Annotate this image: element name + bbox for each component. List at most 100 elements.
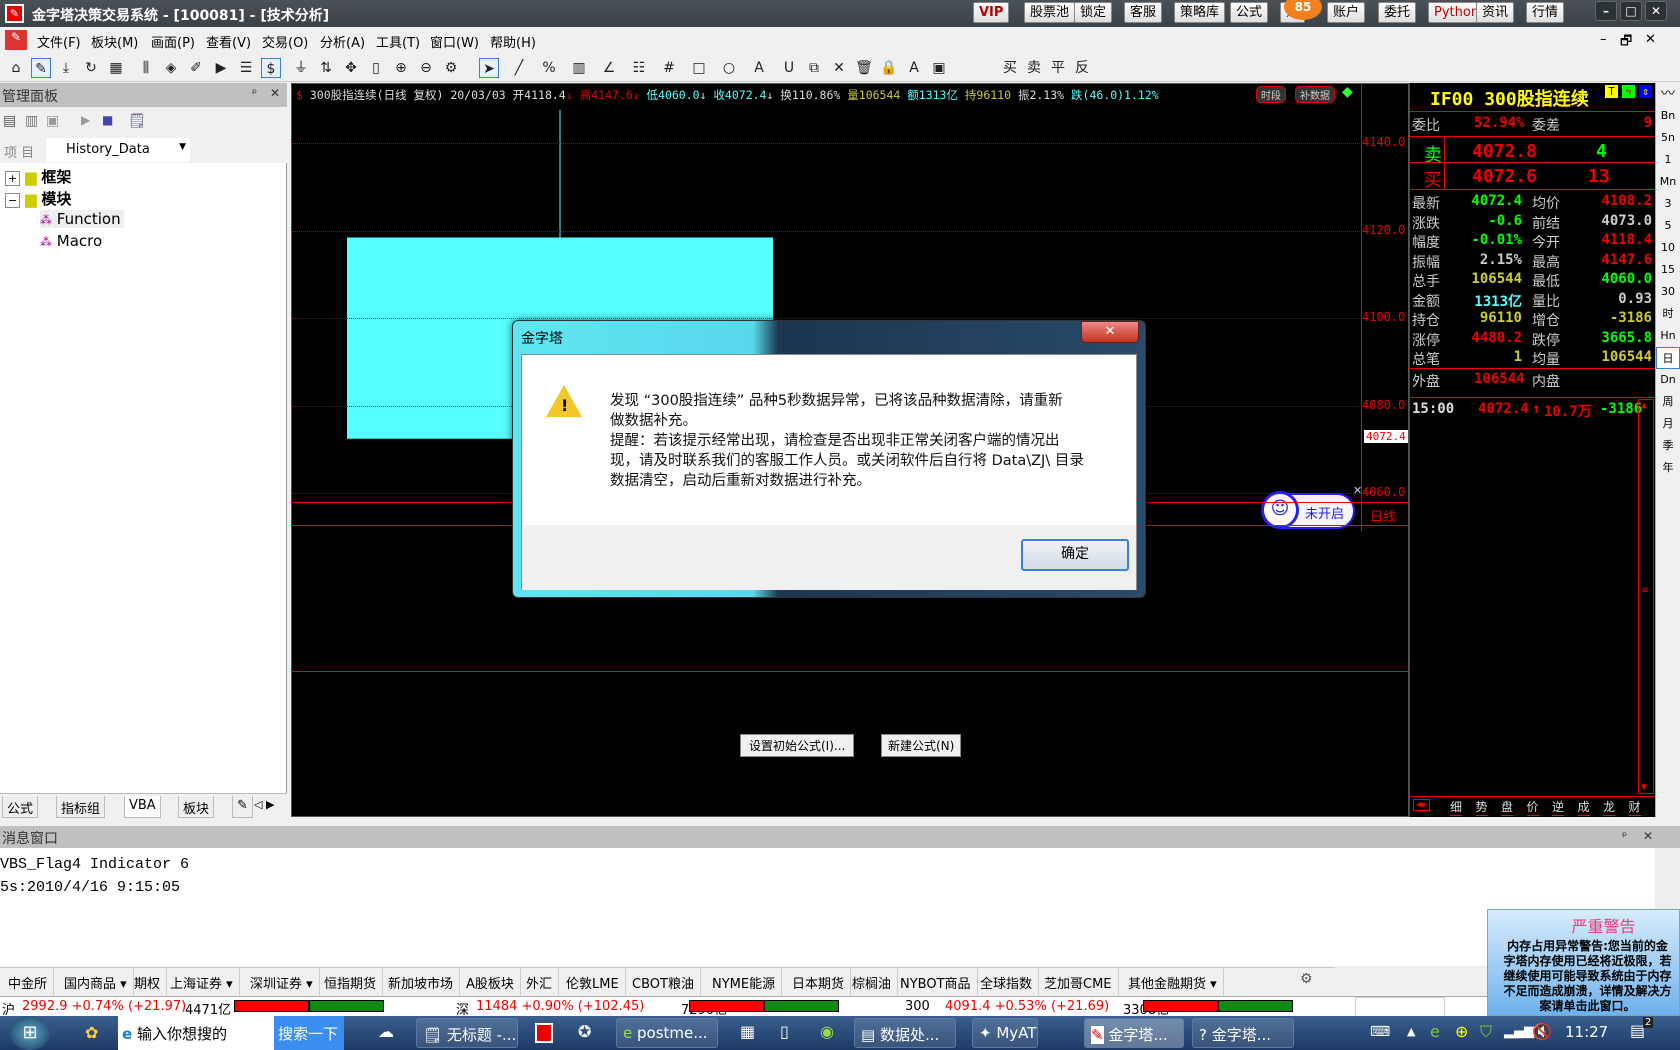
delete-icon[interactable]: ✕ xyxy=(829,58,849,78)
gear-icon[interactable]: ⚙ xyxy=(441,58,461,78)
trade-button-2[interactable]: 平 xyxy=(1048,58,1068,78)
search-input[interactable]: e 输入你想搜的 xyxy=(118,1016,274,1050)
app-pyramid-icon[interactable] xyxy=(535,1023,553,1043)
menu-analysis[interactable]: 分析(A) xyxy=(320,32,365,51)
copy-icon[interactable]: ⧉ xyxy=(804,58,824,78)
menu-trade[interactable]: 交易(O) xyxy=(262,32,308,51)
quote-tab[interactable]: 龙 xyxy=(1603,798,1616,816)
download-icon[interactable]: ⤓ xyxy=(56,58,76,78)
doc-icon[interactable]: ☰ xyxy=(236,58,256,78)
circle-icon[interactable]: ○ xyxy=(719,58,739,78)
period-7[interactable]: 15 xyxy=(1656,259,1680,281)
zoom-out-icon[interactable]: ⊖ xyxy=(416,58,436,78)
sort-icon[interactable]: ⇅ xyxy=(316,58,336,78)
close-icon[interactable]: ✕ xyxy=(1643,829,1653,843)
layout-icon[interactable]: ▥ xyxy=(25,113,38,129)
print-icon[interactable]: ▣ xyxy=(46,113,59,129)
tab-vba[interactable]: VBA xyxy=(124,796,161,818)
memory-warning-popup[interactable]: 严重警告 内存占用异常警告:您当前的金字塔内存使用已经将近极限，若继续使用可能导… xyxy=(1487,909,1680,1016)
expand-icon[interactable]: + xyxy=(5,171,21,186)
lock-button[interactable]: 锁定 xyxy=(1074,2,1113,23)
new-formula-button[interactable]: 新建公式(N) xyxy=(881,734,962,757)
minimize-button[interactable]: – xyxy=(1595,1,1617,21)
tree-node-module[interactable]: − ▆ 模块 xyxy=(5,188,71,209)
home-icon[interactable]: ⌂ xyxy=(6,58,26,78)
tab-scroll-arrows[interactable]: ◁ ▶ xyxy=(254,798,274,811)
stop-icon[interactable]: ■ xyxy=(102,113,113,127)
line-icon[interactable]: ╱ xyxy=(509,58,529,78)
tray-plus-icon[interactable]: ⊕ xyxy=(1455,1022,1468,1041)
move-icon[interactable]: ✥ xyxy=(341,58,361,78)
properties-icon[interactable]: 🗒 xyxy=(128,113,146,129)
period-16[interactable]: 年 xyxy=(1656,457,1680,479)
list-icon[interactable]: ☷ xyxy=(629,58,649,78)
tree-node-macro[interactable]: ⁂ Macro xyxy=(40,232,102,250)
service-button[interactable]: 客服 xyxy=(1124,2,1163,23)
account-button[interactable]: 账户 xyxy=(1327,2,1366,23)
lock-icon[interactable]: 🔒 xyxy=(879,58,899,78)
dialog-close-button[interactable]: ✕ xyxy=(1081,321,1139,343)
collapse-icon[interactable]: − xyxy=(5,193,21,208)
pin-icon[interactable]: ᵖ xyxy=(252,86,257,100)
quote-tab[interactable]: 逆 xyxy=(1552,798,1565,816)
trash-icon[interactable]: 🗑 xyxy=(854,58,874,78)
draw-icon[interactable]: ✎ xyxy=(31,58,51,78)
rect-icon[interactable]: □ xyxy=(689,58,709,78)
market-tab[interactable]: 日本期货 xyxy=(786,968,852,995)
strategy-button[interactable]: 策略库 xyxy=(1174,2,1226,23)
period-8[interactable]: 30 xyxy=(1656,281,1680,303)
period-9[interactable]: 时 xyxy=(1656,303,1680,325)
pin-icon[interactable]: ᵖ xyxy=(1622,829,1627,843)
order-button[interactable]: 委托 xyxy=(1378,2,1417,23)
trade-button-1[interactable]: 卖 xyxy=(1024,58,1044,78)
view-icon[interactable]: ▤ xyxy=(3,113,16,129)
pointer-icon[interactable]: ➤ xyxy=(479,58,499,78)
market-tab[interactable]: 上海证券 ▾ xyxy=(164,968,240,995)
app-icon[interactable]: ◉ xyxy=(820,1022,834,1041)
period-5[interactable]: 5 xyxy=(1656,215,1680,237)
not-started-widget[interactable]: ☺ 未开启 xyxy=(1261,491,1355,529)
percent-icon[interactable]: % xyxy=(539,58,559,78)
menu-view[interactable]: 查看(V) xyxy=(206,32,251,51)
dollar-icon[interactable]: $ xyxy=(261,58,281,78)
filter-icon[interactable]: ⏚ xyxy=(291,58,311,78)
run-icon[interactable]: ▶ xyxy=(81,113,90,127)
news-button[interactable]: 资讯 xyxy=(1476,2,1515,23)
market-tab[interactable]: 中金所 xyxy=(2,968,55,995)
close-button[interactable]: ✕ xyxy=(1645,1,1667,21)
panel-close-icon[interactable]: ✕ xyxy=(270,86,280,100)
period-15[interactable]: 季 xyxy=(1656,435,1680,457)
period-6[interactable]: 10 xyxy=(1656,237,1680,259)
trend-icon[interactable]: 〰 xyxy=(1656,83,1680,105)
menu-window[interactable]: 窗口(W) xyxy=(430,32,479,51)
quote-tab[interactable]: 盘 xyxy=(1501,798,1514,816)
hash-icon[interactable]: # xyxy=(659,58,679,78)
menu-file[interactable]: 文件(F) xyxy=(37,32,81,51)
market-tab[interactable]: A股板块 xyxy=(460,968,521,995)
play-icon[interactable]: ▶ xyxy=(211,58,231,78)
market-tab[interactable]: 伦敦LME xyxy=(560,968,626,995)
tree-node-framework[interactable]: + ▆ 框架 xyxy=(5,166,71,187)
menu-tools[interactable]: 工具(T) xyxy=(376,32,420,51)
market-tab[interactable]: 外汇 xyxy=(520,968,560,995)
market-tab[interactable]: 新加坡市场 xyxy=(382,968,461,995)
cloud-icon[interactable]: ☁ xyxy=(378,1022,394,1041)
sort-icon[interactable]: ⇕ xyxy=(1639,85,1652,98)
project-select[interactable]: History_Data ▼ xyxy=(46,138,190,162)
search-button[interactable]: 搜索一下 xyxy=(274,1016,344,1050)
clock[interactable]: 11:27 xyxy=(1565,1023,1608,1041)
angle-icon[interactable]: ∠ xyxy=(599,58,619,78)
diamond-icon[interactable]: ◈ xyxy=(161,58,181,78)
tab-scroll-arrows[interactable]: ◀▶ xyxy=(1413,799,1430,811)
market-tab[interactable]: 其他金融期货 ▾ xyxy=(1122,968,1224,995)
ruler-icon[interactable]: ▯ xyxy=(366,58,386,78)
period-4[interactable]: 3 xyxy=(1656,193,1680,215)
period-1[interactable]: 5n xyxy=(1656,127,1680,149)
tab-block[interactable]: 板块 xyxy=(178,796,215,818)
start-button[interactable]: ⊞ xyxy=(10,1016,50,1050)
tray-network-icon[interactable]: ▂▄▆ xyxy=(1504,1024,1534,1039)
period-13[interactable]: 周 xyxy=(1656,391,1680,413)
file-icon[interactable]: ▯ xyxy=(780,1022,789,1041)
task-data[interactable]: ▤ 数据处... xyxy=(854,1018,956,1048)
tray-browser-icon[interactable]: e xyxy=(1430,1022,1440,1041)
